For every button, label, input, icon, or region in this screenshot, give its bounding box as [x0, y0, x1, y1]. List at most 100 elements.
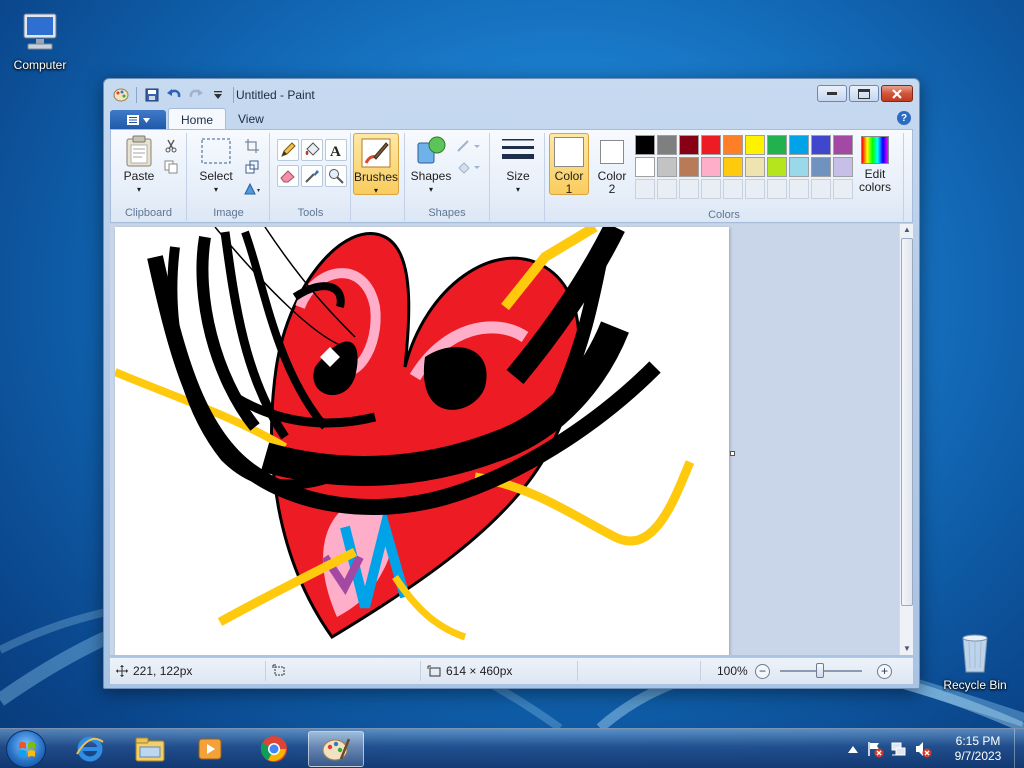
desktop-icon-recycle-bin[interactable]: Recycle Bin	[935, 628, 1015, 692]
palette-swatch[interactable]	[767, 135, 787, 155]
ribbon-tabs: Home View	[110, 108, 913, 130]
status-divider	[700, 661, 701, 681]
title-bar[interactable]: Untitled - Paint	[104, 79, 919, 109]
drawing-canvas[interactable]	[115, 227, 729, 655]
status-bar: 221, 122px 614 × 460px 100% − +	[110, 657, 913, 684]
close-button[interactable]	[881, 85, 913, 102]
size-button[interactable]: Size ▾	[496, 135, 540, 196]
network-icon[interactable]	[890, 740, 908, 761]
fill-icon[interactable]	[455, 158, 481, 176]
palette-swatch[interactable]	[635, 135, 655, 155]
palette-swatch[interactable]	[833, 135, 853, 155]
shapes-button[interactable]: Shapes ▾	[409, 135, 453, 196]
crop-icon[interactable]	[242, 137, 262, 155]
paste-button[interactable]: Paste ▾	[117, 135, 161, 196]
palette-custom-slot[interactable]	[635, 179, 655, 199]
zoom-out-button[interactable]: −	[755, 664, 770, 679]
cursor-position-text: 221, 122px	[133, 664, 193, 678]
zoom-slider-thumb[interactable]	[816, 663, 824, 678]
pencil-icon[interactable]	[277, 139, 299, 161]
palette-swatch[interactable]	[811, 157, 831, 177]
palette-swatch[interactable]	[679, 135, 699, 155]
palette-swatch[interactable]	[833, 157, 853, 177]
status-divider	[420, 661, 421, 681]
paint-app-icon[interactable]	[112, 86, 130, 104]
eraser-icon[interactable]	[277, 165, 299, 187]
minimize-button[interactable]	[817, 85, 847, 102]
taskbar-internet-explorer[interactable]	[62, 731, 118, 767]
zoom-in-button[interactable]: +	[877, 664, 892, 679]
outline-icon[interactable]	[455, 137, 481, 155]
resize-icon[interactable]	[242, 158, 262, 176]
palette-swatch[interactable]	[723, 157, 743, 177]
color1-swatch	[554, 137, 584, 167]
palette-swatch[interactable]	[701, 135, 721, 155]
action-center-flag-icon[interactable]	[866, 740, 884, 761]
save-icon[interactable]	[143, 86, 161, 104]
select-button[interactable]: Select ▾	[194, 135, 238, 196]
rotate-icon[interactable]	[242, 179, 262, 197]
show-desktop-button[interactable]	[1014, 729, 1024, 768]
line-size-icon	[502, 135, 534, 167]
palette-swatch[interactable]	[811, 135, 831, 155]
canvas-resize-handle[interactable]	[730, 451, 735, 456]
fill-bucket-icon[interactable]	[301, 139, 323, 161]
volume-muted-icon[interactable]	[914, 740, 932, 761]
cut-icon[interactable]	[161, 137, 181, 155]
taskbar-paint[interactable]	[308, 731, 364, 767]
selection-rectangle-icon	[200, 135, 232, 167]
palette-swatch[interactable]	[789, 135, 809, 155]
color-picker-icon[interactable]	[301, 165, 323, 187]
copy-icon[interactable]	[161, 158, 181, 176]
redo-icon[interactable]	[187, 86, 205, 104]
color1-button[interactable]: Color 1	[549, 133, 589, 196]
customize-toolbar-dropdown-icon[interactable]	[209, 86, 227, 104]
palette-swatch[interactable]	[723, 135, 743, 155]
undo-icon[interactable]	[165, 86, 183, 104]
palette-swatch[interactable]	[657, 135, 677, 155]
palette-custom-slot[interactable]	[657, 179, 677, 199]
desktop-icon-computer[interactable]: Computer	[0, 8, 80, 72]
paint-menu-button[interactable]	[110, 110, 166, 130]
tab-home[interactable]: Home	[168, 108, 227, 130]
maximize-button[interactable]	[849, 85, 879, 102]
palette-swatch[interactable]	[767, 157, 787, 177]
selection-size-icon	[272, 664, 285, 676]
palette-custom-slot[interactable]	[811, 179, 831, 199]
palette-swatch[interactable]	[701, 157, 721, 177]
palette-swatch[interactable]	[657, 157, 677, 177]
palette-swatch[interactable]	[745, 135, 765, 155]
scroll-down-arrow-icon[interactable]: ▼	[900, 643, 913, 655]
text-icon[interactable]: A	[325, 139, 347, 161]
palette-custom-slot[interactable]	[833, 179, 853, 199]
color2-button[interactable]: Color 2	[592, 133, 632, 196]
palette-custom-slot[interactable]	[679, 179, 699, 199]
palette-custom-slot[interactable]	[767, 179, 787, 199]
system-tray: 6:15 PM 9/7/2023	[844, 729, 1024, 768]
clock[interactable]: 6:15 PM 9/7/2023	[948, 734, 1008, 764]
scroll-thumb[interactable]	[901, 238, 913, 606]
help-button[interactable]: ?	[897, 111, 911, 125]
palette-swatch[interactable]	[789, 157, 809, 177]
chevron-down-icon: ▾	[136, 185, 141, 194]
palette-swatch[interactable]	[635, 157, 655, 177]
palette-swatch[interactable]	[679, 157, 699, 177]
brushes-button[interactable]: Brushes ▾	[353, 133, 399, 195]
palette-custom-slot[interactable]	[723, 179, 743, 199]
palette-swatch[interactable]	[745, 157, 765, 177]
scroll-up-arrow-icon[interactable]: ▲	[900, 224, 913, 236]
palette-custom-slot[interactable]	[789, 179, 809, 199]
taskbar-file-explorer[interactable]	[122, 731, 178, 767]
show-hidden-icons-icon[interactable]	[848, 742, 858, 756]
taskbar-chrome[interactable]	[246, 731, 302, 767]
ribbon: Paste ▾ Clipboard Select ▾ Image A Tools…	[110, 129, 913, 223]
taskbar-media-player[interactable]	[182, 731, 238, 767]
palette-custom-slot[interactable]	[745, 179, 765, 199]
edit-colors-button[interactable]: Edit colors	[853, 133, 897, 194]
recycle-bin-icon	[951, 628, 999, 676]
magnifier-icon[interactable]	[325, 165, 347, 187]
tab-view[interactable]: View	[226, 108, 276, 130]
start-button[interactable]	[6, 730, 46, 768]
palette-custom-slot[interactable]	[701, 179, 721, 199]
vertical-scrollbar[interactable]: ▲ ▼	[899, 224, 913, 655]
